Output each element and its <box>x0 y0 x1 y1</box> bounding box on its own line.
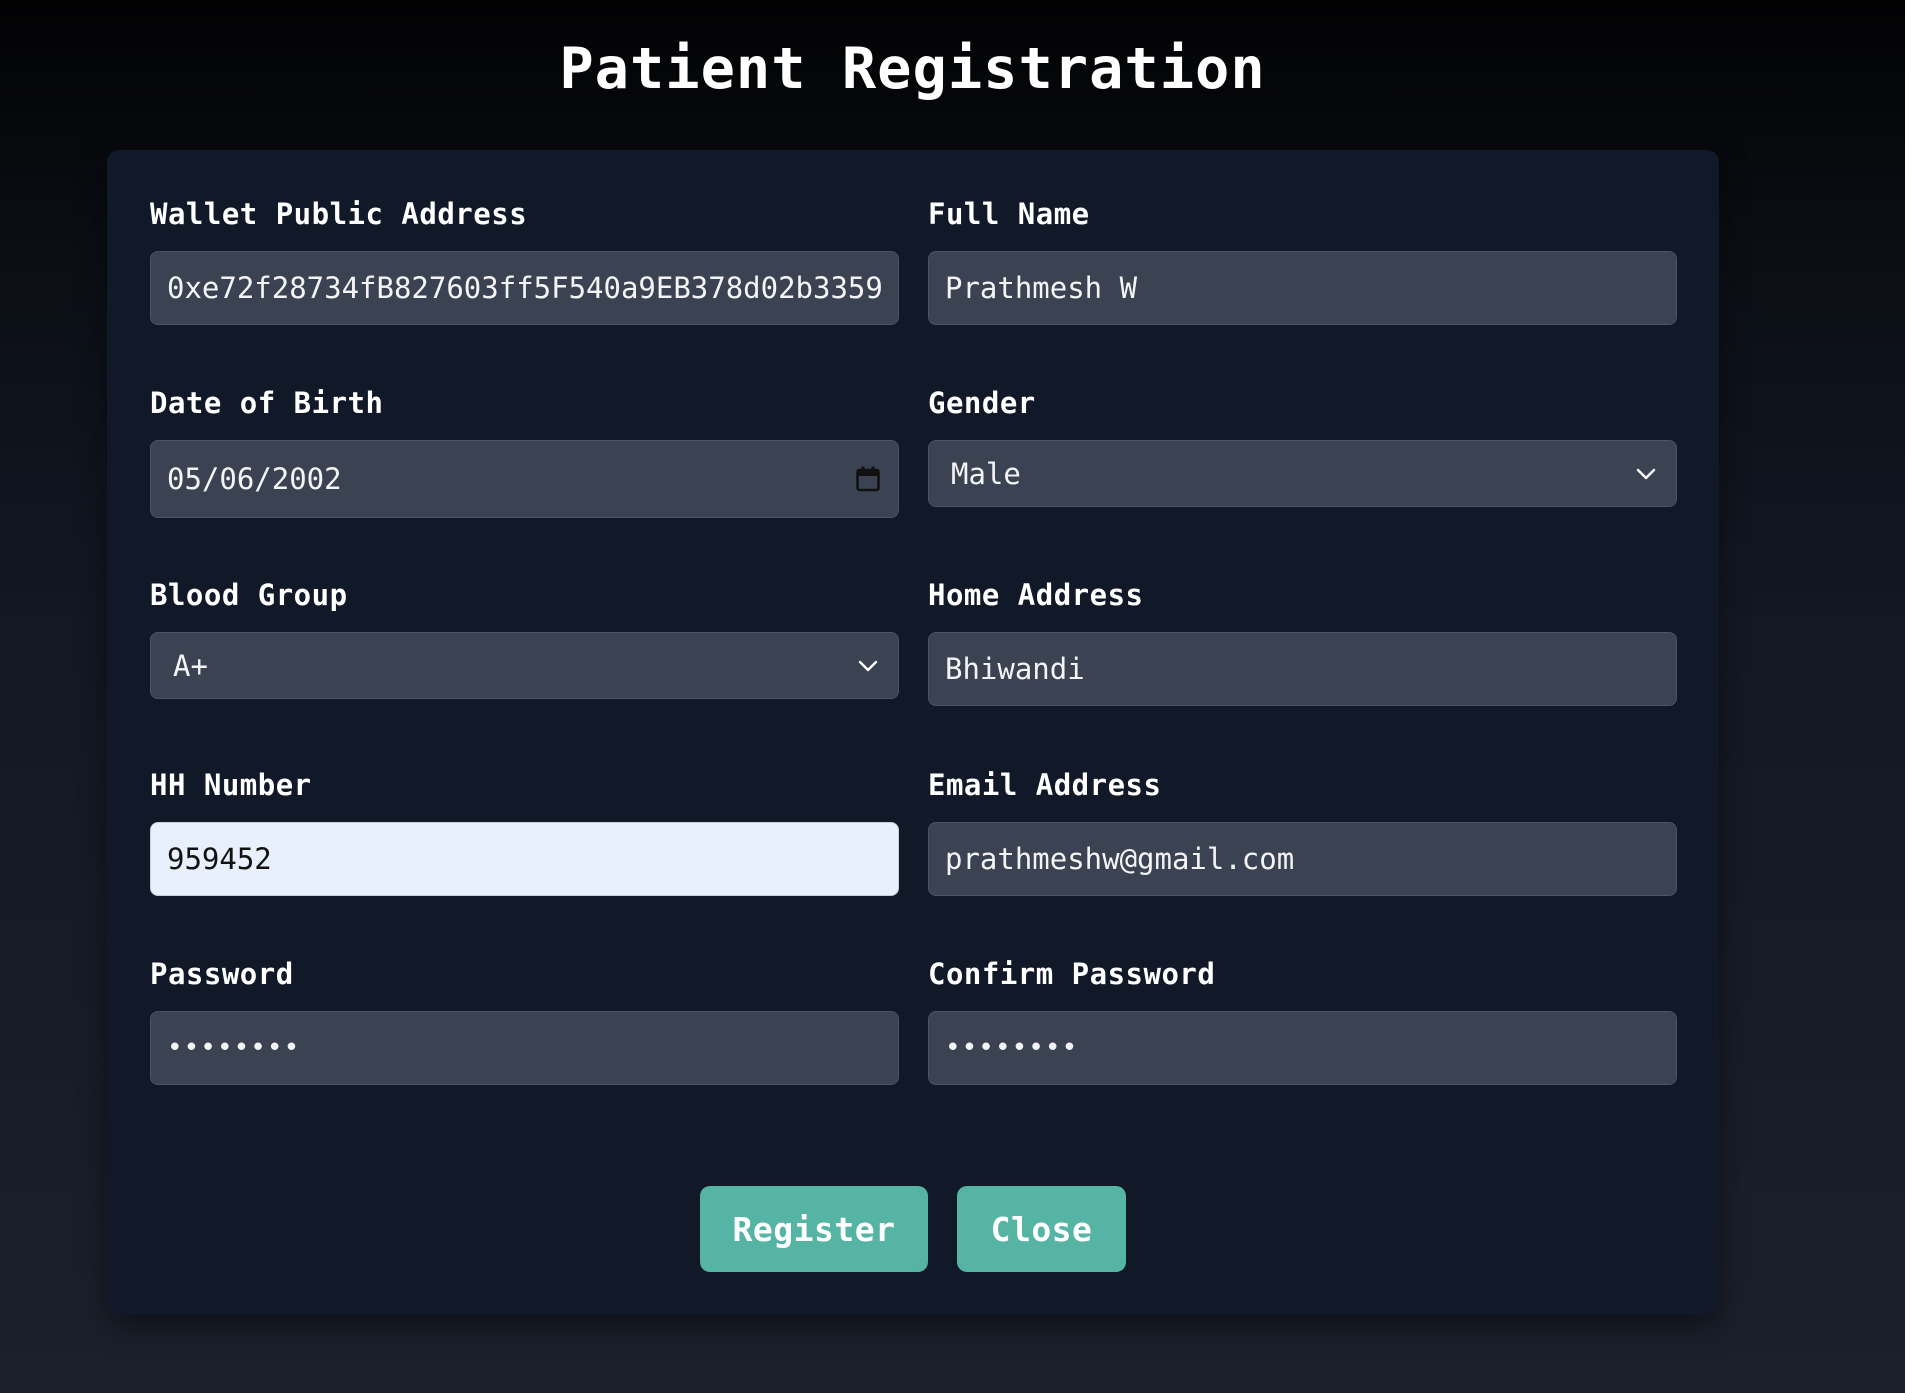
dob-field: Date of Birth 05/06/2002 <box>150 385 899 518</box>
blood-group-field: Blood Group A+ <box>150 577 899 699</box>
email-label: Email Address <box>928 768 1162 802</box>
gender-select[interactable]: Male <box>928 440 1677 507</box>
calendar-icon[interactable] <box>854 465 882 493</box>
password-field: Password •••••••• <box>150 956 899 1085</box>
blood-group-selected-value: A+ <box>173 648 208 683</box>
gender-label: Gender <box>928 386 1036 420</box>
dob-label: Date of Birth <box>150 386 384 420</box>
wallet-value: 0xe72f28734fB827603ff5F540a9EB378d02b335… <box>167 271 882 305</box>
password-label: Password <box>150 957 294 991</box>
chevron-down-icon <box>854 652 882 680</box>
full-name-label: Full Name <box>928 197 1090 231</box>
wallet-field: Wallet Public Address 0xe72f28734fB82760… <box>150 196 899 325</box>
confirm-password-input[interactable]: •••••••• <box>928 1011 1677 1085</box>
dob-input[interactable]: 05/06/2002 <box>150 440 899 518</box>
home-address-value: Bhiwandi <box>945 652 1085 686</box>
chevron-down-icon <box>1632 460 1660 488</box>
full-name-input[interactable]: Prathmesh W <box>928 251 1677 325</box>
wallet-label: Wallet Public Address <box>150 197 528 231</box>
full-name-value: Prathmesh W <box>945 271 1138 305</box>
hh-number-label: HH Number <box>150 768 312 802</box>
hh-number-value: 959452 <box>167 842 272 876</box>
dob-value: 05/06/2002 <box>167 462 342 496</box>
confirm-password-label: Confirm Password <box>928 957 1216 991</box>
wallet-input[interactable]: 0xe72f28734fB827603ff5F540a9EB378d02b335… <box>150 251 899 325</box>
confirm-password-field: Confirm Password •••••••• <box>928 956 1677 1085</box>
gender-field: Gender Male <box>928 385 1677 507</box>
blood-group-label: Blood Group <box>150 578 348 612</box>
hh-number-input[interactable]: 959452 <box>150 822 899 896</box>
email-field: Email Address prathmeshw@gmail.com <box>928 767 1677 896</box>
register-button[interactable]: Register <box>700 1186 928 1272</box>
blood-group-select[interactable]: A+ <box>150 632 899 699</box>
home-address-input[interactable]: Bhiwandi <box>928 632 1677 706</box>
hh-number-field: HH Number 959452 <box>150 767 899 896</box>
home-address-label: Home Address <box>928 578 1144 612</box>
email-input[interactable]: prathmeshw@gmail.com <box>928 822 1677 896</box>
close-button[interactable]: Close <box>957 1186 1126 1272</box>
full-name-field: Full Name Prathmesh W <box>928 196 1677 325</box>
email-value: prathmeshw@gmail.com <box>945 842 1295 876</box>
password-input[interactable]: •••••••• <box>150 1011 899 1085</box>
password-masked-value: •••••••• <box>167 1033 301 1063</box>
page-title: Patient Registration <box>559 36 1266 102</box>
home-address-field: Home Address Bhiwandi <box>928 577 1677 706</box>
gender-selected-value: Male <box>951 456 1021 491</box>
confirm-password-masked-value: •••••••• <box>945 1033 1079 1063</box>
